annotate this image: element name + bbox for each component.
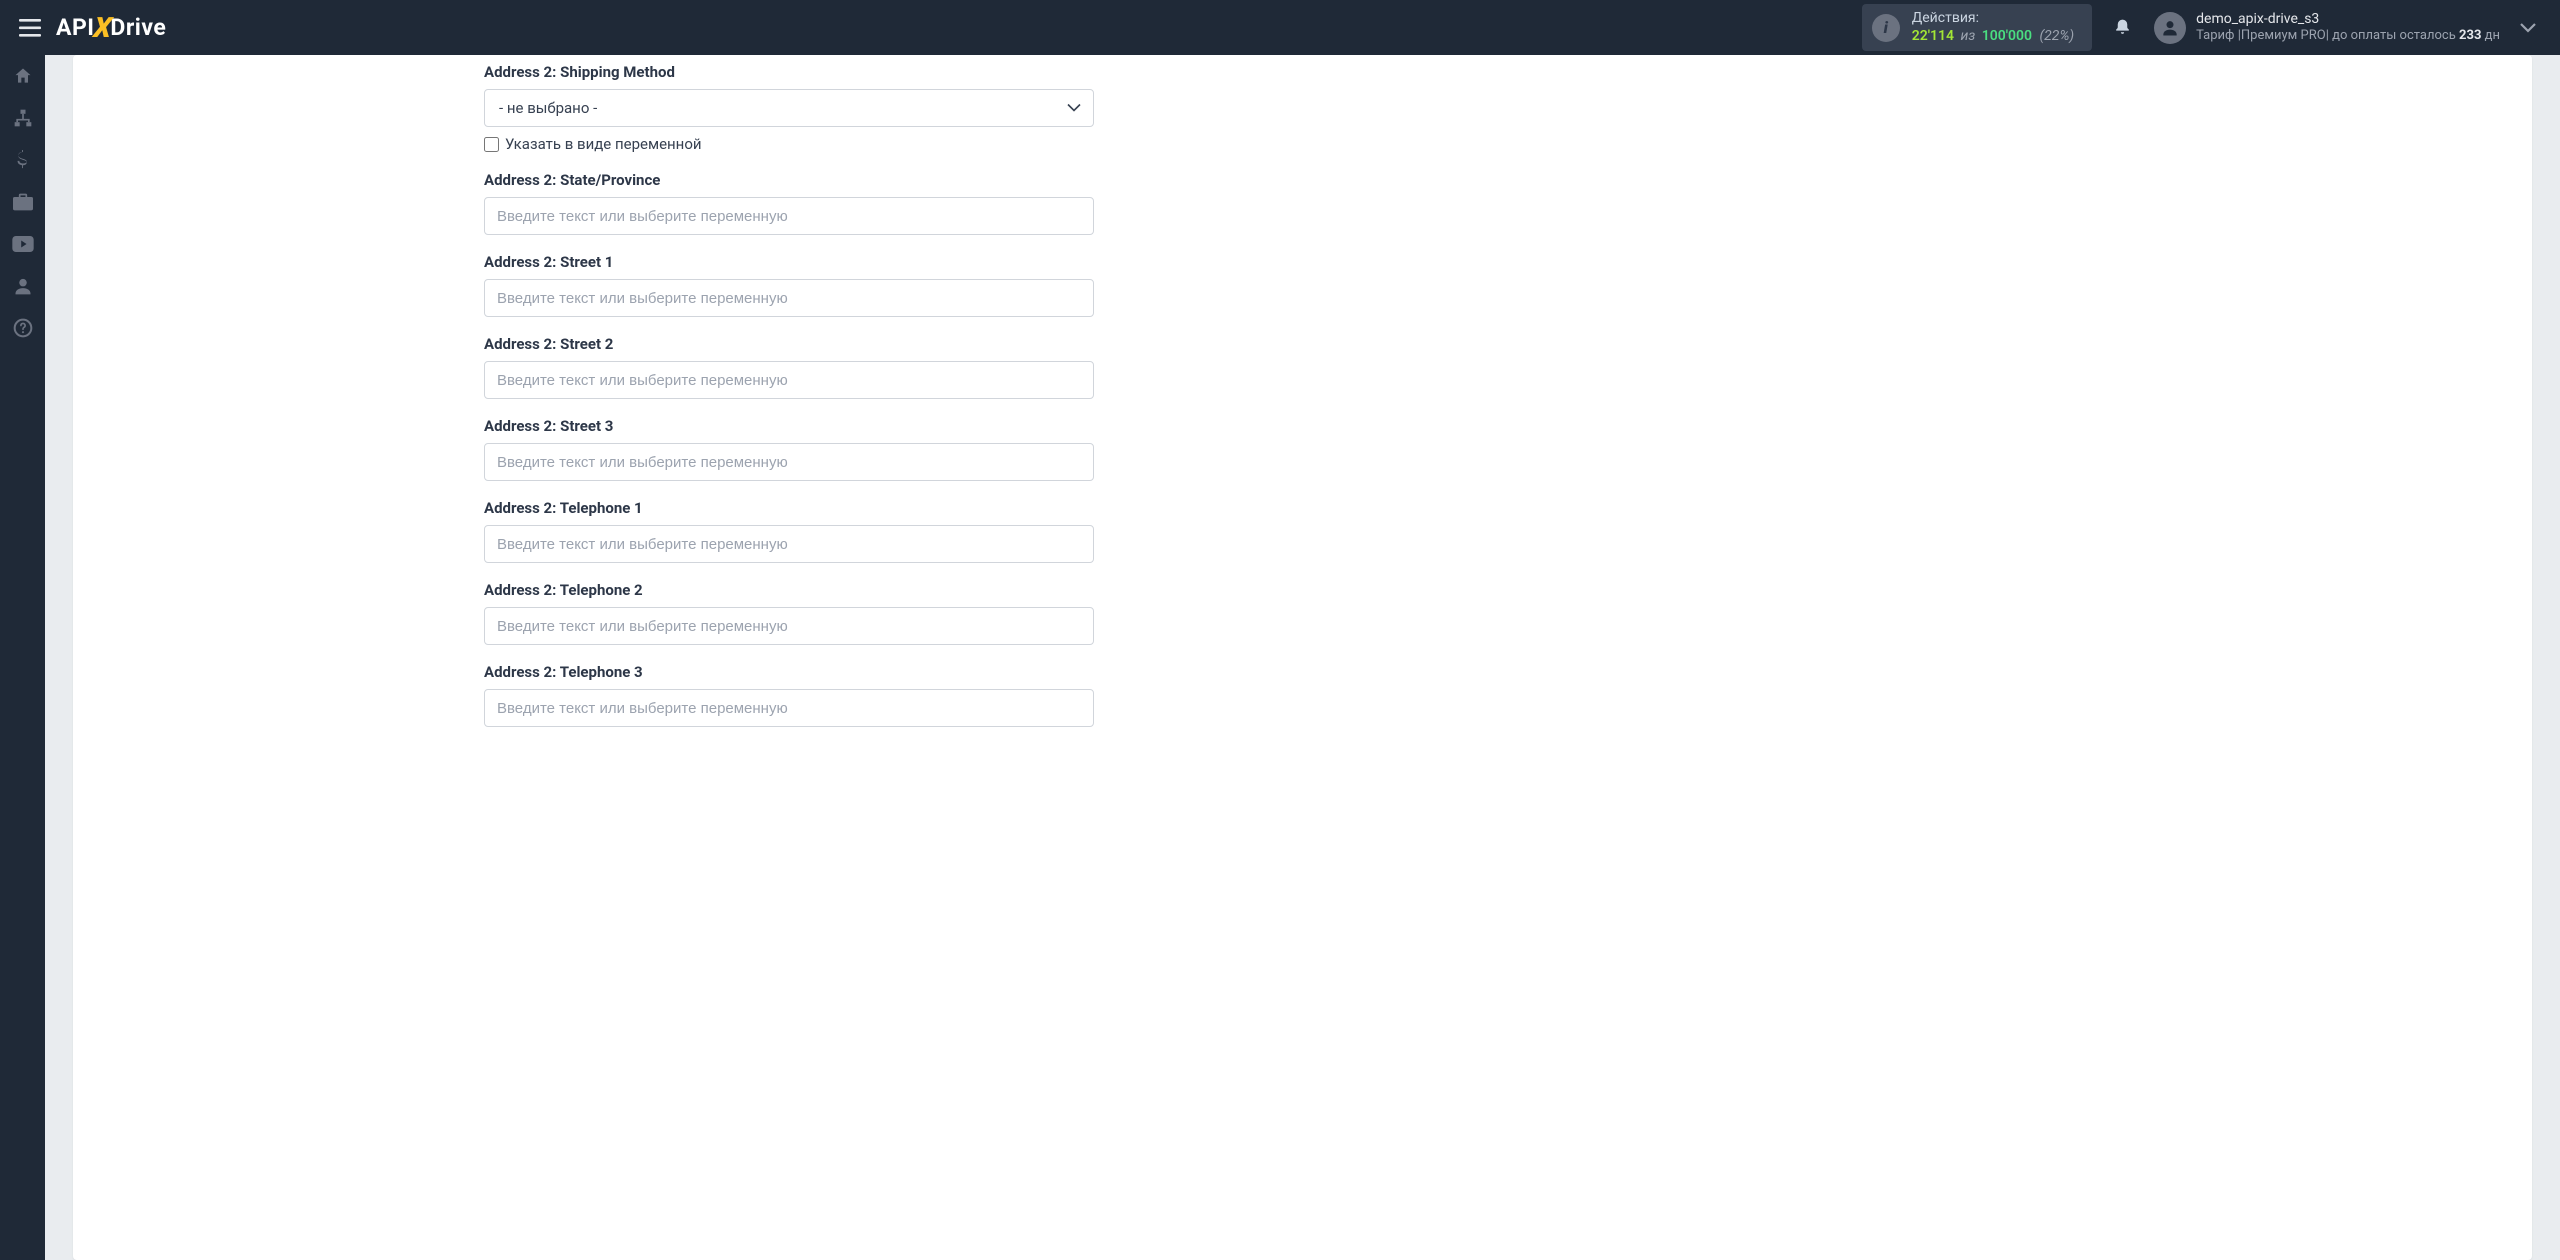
- avatar: [2154, 12, 2186, 44]
- user-subline: Тариф |Премиум PRO| до оплаты осталось 2…: [2196, 28, 2500, 44]
- user-menu-chevron[interactable]: [2506, 8, 2550, 48]
- select-value: - не выбрано -: [499, 99, 597, 117]
- info-icon: i: [1872, 14, 1900, 42]
- dollar-icon: [16, 150, 30, 170]
- home-icon: [13, 66, 33, 86]
- street3-input[interactable]: [484, 443, 1094, 481]
- sidebar-item-toolbox[interactable]: [0, 181, 45, 223]
- tel2-input[interactable]: [484, 607, 1094, 645]
- field-label: Address 2: Telephone 1: [484, 499, 1094, 517]
- tel1-input[interactable]: [484, 525, 1094, 563]
- field-label: Address 2: Shipping Method: [484, 63, 1094, 81]
- user-icon: [2160, 18, 2180, 38]
- user-name: demo_apix-drive_s3: [2196, 11, 2500, 29]
- logo-part2: Drive: [110, 14, 166, 41]
- sidebar-item-video[interactable]: [0, 223, 45, 265]
- shipping-variable-checkbox[interactable]: [484, 137, 499, 152]
- field-label: Address 2: Street 2: [484, 335, 1094, 353]
- actions-text: Действия: 22'114 из 100'000 (22%): [1912, 10, 2074, 45]
- question-icon: [13, 318, 33, 338]
- logo-part1: API: [56, 14, 95, 41]
- topbar: API X Drive i Действия: 22'114 из 100'00…: [0, 0, 2560, 55]
- form: Address 2: Shipping Method - не выбрано …: [484, 63, 1094, 727]
- sidebar-item-account[interactable]: [0, 265, 45, 307]
- field-shipping-method: Address 2: Shipping Method - не выбрано …: [484, 63, 1094, 153]
- actions-label: Действия:: [1912, 10, 2074, 28]
- page: Address 2: Shipping Method - не выбрано …: [45, 55, 2560, 1260]
- shipping-method-select[interactable]: - не выбрано -: [484, 89, 1094, 127]
- logo[interactable]: API X Drive: [56, 11, 166, 44]
- notifications-button[interactable]: [2100, 8, 2144, 48]
- chevron-down-icon: [1067, 104, 1081, 113]
- field-street2: Address 2: Street 2: [484, 335, 1094, 399]
- sidebar-item-help[interactable]: [0, 307, 45, 349]
- field-label: Address 2: Telephone 2: [484, 581, 1094, 599]
- chevron-down-icon: [2520, 23, 2536, 33]
- field-tel2: Address 2: Telephone 2: [484, 581, 1094, 645]
- shipping-variable-checkbox-row[interactable]: Указать в виде переменной: [484, 135, 1094, 153]
- field-tel3: Address 2: Telephone 3: [484, 663, 1094, 727]
- field-street1: Address 2: Street 1: [484, 253, 1094, 317]
- field-tel1: Address 2: Telephone 1: [484, 499, 1094, 563]
- field-label: Address 2: Street 3: [484, 417, 1094, 435]
- user-text: demo_apix-drive_s3 Тариф |Премиум PRO| д…: [2196, 11, 2500, 45]
- actions-value: 22'114 из 100'000 (22%): [1912, 28, 2074, 46]
- sidebar-item-connections[interactable]: [0, 97, 45, 139]
- street2-input[interactable]: [484, 361, 1094, 399]
- sidebar-item-home[interactable]: [0, 55, 45, 97]
- hamburger-icon: [19, 19, 41, 37]
- field-state: Address 2: State/Province: [484, 171, 1094, 235]
- actions-usage-pill[interactable]: i Действия: 22'114 из 100'000 (22%): [1862, 4, 2092, 51]
- logo-x: X: [92, 11, 113, 44]
- menu-toggle-button[interactable]: [10, 8, 50, 48]
- field-label: Address 2: Street 1: [484, 253, 1094, 271]
- user-icon: [13, 276, 33, 296]
- bell-icon: [2113, 17, 2132, 38]
- sitemap-icon: [13, 108, 33, 128]
- sidebar-item-billing[interactable]: [0, 139, 45, 181]
- state-input[interactable]: [484, 197, 1094, 235]
- form-panel: Address 2: Shipping Method - не выбрано …: [73, 55, 2532, 1260]
- briefcase-icon: [13, 193, 33, 211]
- checkbox-label: Указать в виде переменной: [505, 135, 702, 153]
- user-menu[interactable]: demo_apix-drive_s3 Тариф |Премиум PRO| д…: [2154, 11, 2506, 45]
- tel3-input[interactable]: [484, 689, 1094, 727]
- field-label: Address 2: Telephone 3: [484, 663, 1094, 681]
- sidebar: [0, 55, 45, 1260]
- field-label: Address 2: State/Province: [484, 171, 1094, 189]
- street1-input[interactable]: [484, 279, 1094, 317]
- field-street3: Address 2: Street 3: [484, 417, 1094, 481]
- youtube-icon: [12, 236, 34, 252]
